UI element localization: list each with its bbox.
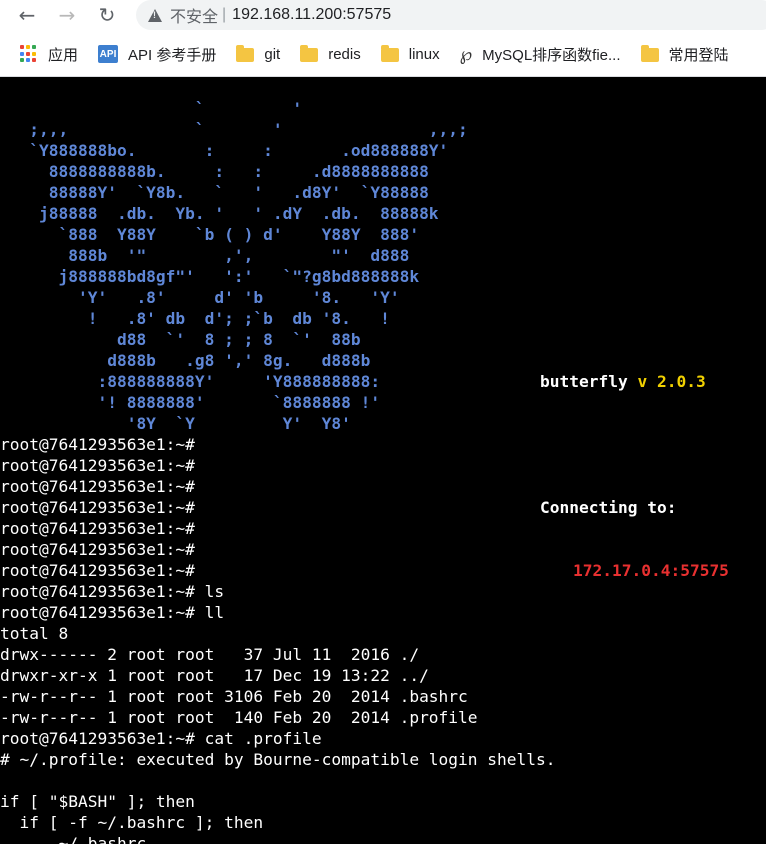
bookmark-label: linux: [408, 45, 440, 63]
bookmark-api[interactable]: API API 参考手册: [98, 32, 216, 76]
browser-toolbar: ← → ↻ 不安全 | 192.168.11.200:57575: [0, 0, 766, 32]
terminal-line: root@7641293563e1:~# ls: [0, 582, 225, 601]
banner-line: 8888888888b. : : .d8888888888: [0, 162, 429, 181]
folder-icon: [236, 45, 255, 62]
dolphin-icon: ℘: [459, 43, 473, 65]
banner-line: 'Y' .8' d' 'b '8. 'Y': [0, 288, 400, 307]
url-text[interactable]: 192.168.11.200:57575: [232, 6, 391, 24]
bookmark-label: API 参考手册: [128, 46, 217, 64]
terminal-line: drwxr-xr-x 1 root root 17 Dec 19 13:22 .…: [0, 666, 429, 685]
terminal-line: root@7641293563e1:~#: [0, 519, 195, 538]
terminal-line: if [ "$BASH" ]; then: [0, 792, 195, 811]
reload-icon: ↻: [98, 3, 116, 27]
terminal-output[interactable]: root@7641293563e1:~# root@7641293563e1:~#…: [0, 434, 556, 844]
banner-line: `888 Y88Y `b ( ) d' Y88Y 888': [0, 225, 420, 244]
banner-line: :888888888Y' 'Y888888888:: [0, 372, 381, 391]
terminal-line: root@7641293563e1:~#: [0, 561, 195, 580]
back-button[interactable]: ←: [14, 0, 40, 30]
banner-line: d88 `' 8 ; ; 8 `' 88b: [0, 330, 361, 349]
terminal-line: root@7641293563e1:~# cat .profile: [0, 729, 322, 748]
bookmark-label: 应用: [48, 46, 79, 64]
banner-line: d888b .g8 ',' 8g. d888b: [0, 351, 371, 370]
app-v: v: [637, 372, 648, 391]
api-icon: API: [98, 45, 119, 63]
bookmark-label: git: [264, 45, 281, 63]
connecting-label: Connecting to:: [540, 498, 677, 517]
bookmark-redis[interactable]: redis: [300, 32, 361, 76]
connection-info: butterfly v 2.0.3 Connecting to: 172.17.…: [540, 329, 729, 623]
folder-icon: [640, 45, 659, 62]
terminal-line: drwx------ 2 root root 37 Jul 11 2016 ./: [0, 645, 420, 664]
banner-line: 888b '" ,', "' d888: [0, 246, 410, 265]
bookmark-mysql[interactable]: ℘ MySQL排序函数fie...: [460, 32, 621, 76]
terminal-line: root@7641293563e1:~#: [0, 498, 195, 517]
banner-line: '! 8888888' `8888888 !': [0, 393, 381, 412]
terminal-line: root@7641293563e1:~#: [0, 456, 195, 475]
bookmarks-bar: 应用 API API 参考手册 git redis linux ℘ MySQL排…: [0, 32, 766, 77]
app-version: 2.0.3: [656, 372, 706, 391]
terminal-line: root@7641293563e1:~#: [0, 435, 195, 454]
banner-line: ! .8' db d'; ;`b db '8. !: [0, 309, 390, 328]
reload-button[interactable]: ↻: [94, 0, 120, 30]
apps-grid-icon: [20, 45, 38, 63]
terminal-line: root@7641293563e1:~#: [0, 540, 195, 559]
terminal-line: total 8: [0, 624, 69, 643]
banner-line: 88888Y' `Y8b. ` ' .d8Y' `Y88888: [0, 183, 429, 202]
bookmark-label: redis: [328, 45, 361, 63]
connect-address: 172.17.0.4:57575: [573, 561, 729, 580]
terminal-line: -rw-r--r-- 1 root root 3106 Feb 20 2014 …: [0, 687, 468, 706]
arrow-right-icon: →: [58, 3, 76, 27]
security-label[interactable]: 不安全: [170, 3, 218, 27]
folder-icon: [380, 45, 399, 62]
bookmark-label: MySQL排序函数fie...: [482, 46, 621, 64]
warning-icon[interactable]: [148, 8, 162, 22]
app-name: butterfly: [540, 372, 628, 391]
banner-line: j88888 .db. Yb. ' ' .dY .db. 88888k: [0, 204, 439, 223]
bookmark-label: 常用登陆: [668, 46, 729, 64]
bookmark-login[interactable]: 常用登陆: [640, 32, 729, 76]
folder-icon: [300, 45, 319, 62]
terminal[interactable]: ` ' ;,,, ` ' ,,,; `Y888888bo. : : .od888…: [0, 77, 766, 844]
terminal-line: . ~/.bashrc: [0, 834, 147, 844]
address-separator: |: [222, 6, 227, 23]
banner-line: ;,,, ` ' ,,,;: [0, 120, 468, 139]
address-bar[interactable]: 不安全 | 192.168.11.200:57575: [136, 0, 766, 30]
bookmark-apps[interactable]: 应用: [20, 32, 78, 76]
butterfly-banner: ` ' ;,,, ` ' ,,,; `Y888888bo. : : .od888…: [0, 98, 468, 434]
bookmark-linux[interactable]: linux: [380, 32, 440, 76]
arrow-left-icon: ←: [18, 3, 36, 27]
terminal-line: root@7641293563e1:~# ll: [0, 603, 225, 622]
bookmark-git[interactable]: git: [236, 32, 280, 76]
banner-line: j888888bd8gf"' ':' `"?g8bd888888k: [0, 267, 420, 286]
forward-button[interactable]: →: [54, 0, 80, 30]
banner-line: ` ': [0, 99, 303, 118]
terminal-line: if [ -f ~/.bashrc ]; then: [0, 813, 264, 832]
terminal-line: # ~/.profile: executed by Bourne-compati…: [0, 750, 556, 769]
terminal-line: -rw-r--r-- 1 root root 140 Feb 20 2014 .…: [0, 708, 478, 727]
banner-line: `Y888888bo. : : .od888888Y': [0, 141, 449, 160]
app-version-line: butterfly v 2.0.3: [540, 371, 729, 392]
banner-line: '8Y `Y Y' Y8': [0, 414, 351, 433]
terminal-line: root@7641293563e1:~#: [0, 477, 195, 496]
